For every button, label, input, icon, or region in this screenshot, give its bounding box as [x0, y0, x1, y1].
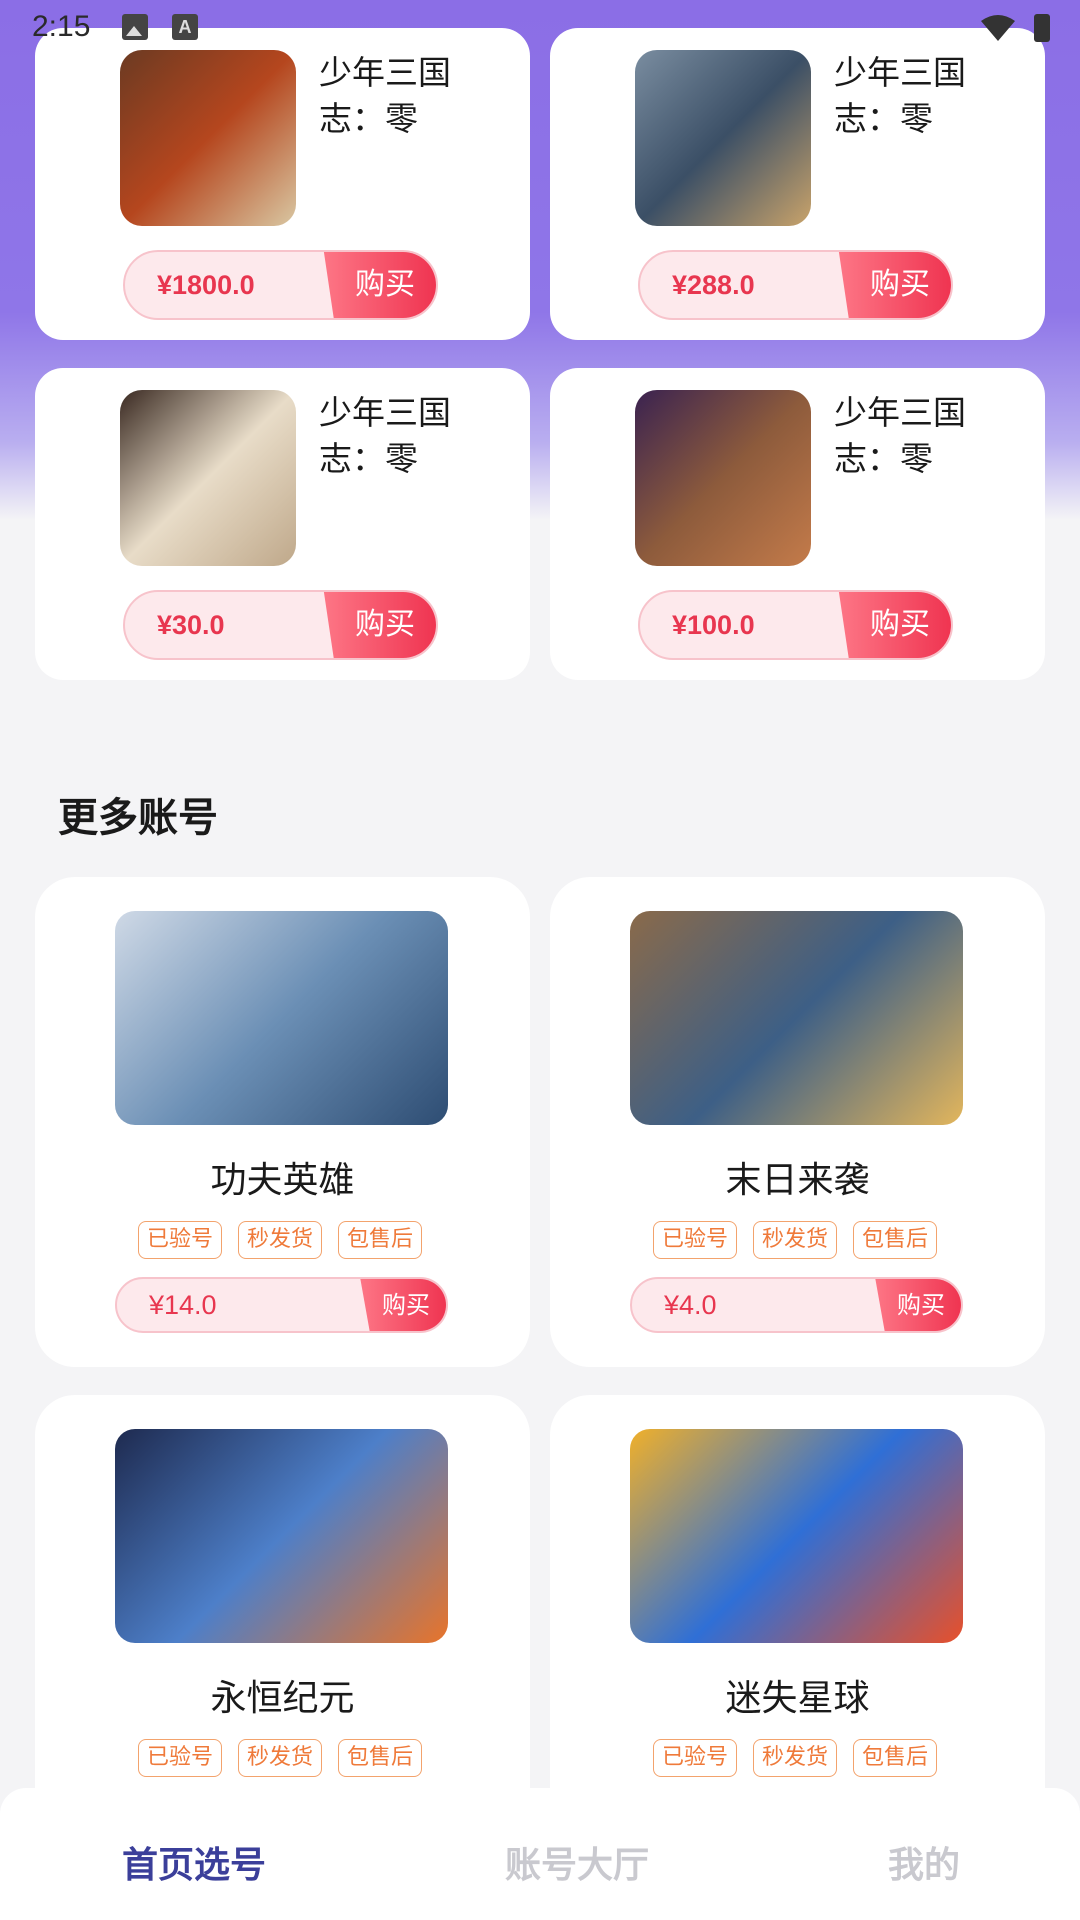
buy-button[interactable]: 购买: [323, 252, 436, 318]
product-title: 少年三国志：零: [319, 53, 451, 138]
product-title: 少年三国志：零: [834, 393, 966, 478]
price-pill[interactable]: ¥100.0 购买: [638, 590, 953, 660]
account-thumbnail: [115, 1429, 448, 1643]
price-text: ¥288.0: [672, 270, 755, 300]
tag-list: 已验号 秒发货 包售后: [138, 1739, 423, 1777]
tag-after-sales: 包售后: [853, 1739, 938, 1777]
product-thumbnail: [120, 390, 296, 566]
tag-list: 已验号 秒发货 包售后: [138, 1221, 423, 1259]
price-pill[interactable]: ¥288.0 购买: [638, 250, 953, 320]
product-card[interactable]: 少年三国志：零 ¥1800.0 购买: [35, 28, 530, 340]
price-text: ¥1800.0: [157, 270, 255, 300]
tag-verified: 已验号: [138, 1221, 223, 1259]
tab-mine[interactable]: 我的: [888, 1836, 960, 1888]
price-pill[interactable]: ¥1800.0 购买: [123, 250, 438, 320]
tag-instant-delivery: 秒发货: [753, 1221, 838, 1259]
price-text: ¥100.0: [672, 610, 755, 640]
account-thumbnail: [115, 911, 448, 1125]
gallery-icon: [122, 14, 148, 40]
account-title: 末日来袭: [725, 1160, 870, 1201]
price-pill[interactable]: ¥14.0 购买: [115, 1277, 448, 1333]
accessibility-icon: A: [172, 14, 198, 40]
tag-verified: 已验号: [653, 1739, 738, 1777]
product-thumbnail: [120, 50, 296, 226]
bottom-tab-bar: 首页选号 账号大厅 我的: [0, 1788, 1080, 1920]
account-title: 功夫英雄: [210, 1160, 355, 1201]
account-thumbnail: [630, 911, 963, 1125]
price-text: ¥4.0: [664, 1290, 717, 1320]
tag-verified: 已验号: [138, 1739, 223, 1777]
buy-button[interactable]: 购买: [360, 1279, 446, 1331]
product-thumbnail: [635, 390, 811, 566]
price-text: ¥30.0: [157, 610, 225, 640]
buy-button[interactable]: 购买: [875, 1279, 961, 1331]
tag-after-sales: 包售后: [338, 1221, 423, 1259]
product-card[interactable]: 少年三国志：零 ¥100.0 购买: [550, 368, 1045, 680]
tag-list: 已验号 秒发货 包售后: [653, 1221, 938, 1259]
section-title: 更多账号: [58, 795, 218, 841]
tag-after-sales: 包售后: [853, 1221, 938, 1259]
product-title: 少年三国志：零: [834, 53, 966, 138]
battery-icon: [1034, 14, 1050, 42]
buy-button[interactable]: 购买: [838, 592, 951, 658]
price-text: ¥14.0: [149, 1290, 217, 1320]
wifi-icon: [981, 15, 1015, 41]
product-card[interactable]: 少年三国志：零 ¥30.0 购买: [35, 368, 530, 680]
tab-home-select[interactable]: 首页选号: [122, 1836, 266, 1888]
tag-instant-delivery: 秒发货: [238, 1739, 323, 1777]
product-thumbnail: [635, 50, 811, 226]
product-card[interactable]: 少年三国志：零 ¥288.0 购买: [550, 28, 1045, 340]
tag-verified: 已验号: [653, 1221, 738, 1259]
account-title: 永恒纪元: [210, 1678, 355, 1719]
tab-account-hall[interactable]: 账号大厅: [505, 1836, 649, 1888]
account-card[interactable]: 功夫英雄 已验号 秒发货 包售后 ¥14.0 购买: [35, 877, 530, 1367]
buy-button[interactable]: 购买: [323, 592, 436, 658]
tag-instant-delivery: 秒发货: [238, 1221, 323, 1259]
status-bar: 2:15 A: [0, 0, 1080, 56]
price-pill[interactable]: ¥4.0 购买: [630, 1277, 963, 1333]
product-title: 少年三国志：零: [319, 393, 451, 478]
tag-after-sales: 包售后: [338, 1739, 423, 1777]
account-thumbnail: [630, 1429, 963, 1643]
price-pill[interactable]: ¥30.0 购买: [123, 590, 438, 660]
tag-list: 已验号 秒发货 包售后: [653, 1739, 938, 1777]
status-time: 2:15: [32, 10, 91, 43]
account-card[interactable]: 末日来袭 已验号 秒发货 包售后 ¥4.0 购买: [550, 877, 1045, 1367]
account-title: 迷失星球: [725, 1678, 870, 1719]
buy-button[interactable]: 购买: [838, 252, 951, 318]
tag-instant-delivery: 秒发货: [753, 1739, 838, 1777]
